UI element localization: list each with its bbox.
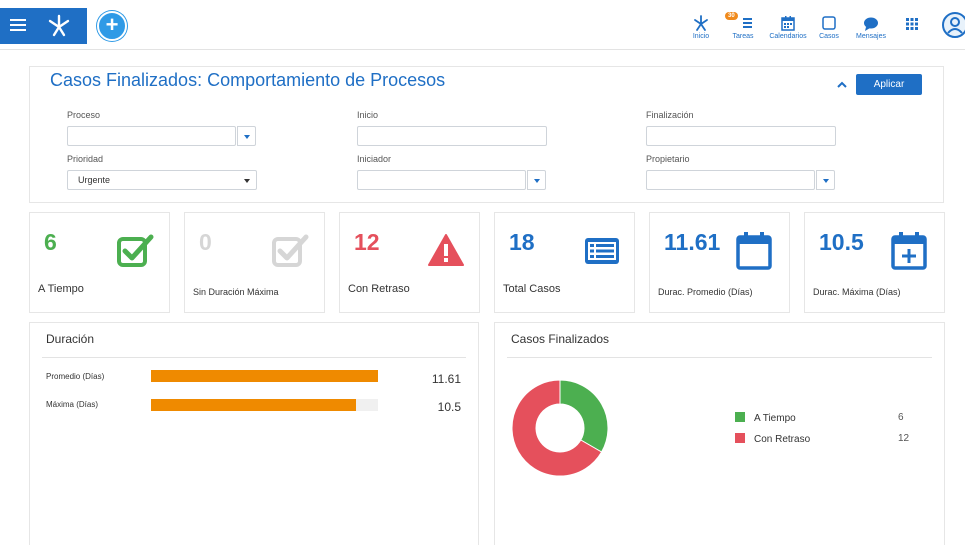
- legend-item-con-retraso[interactable]: Con Retraso: [735, 433, 810, 445]
- calendar-plus-icon: [891, 232, 927, 270]
- kpi-con-retraso[interactable]: 12 Con Retraso: [339, 212, 480, 313]
- nav-apps[interactable]: [905, 14, 919, 32]
- warning-icon: [428, 234, 464, 266]
- kpi-value: 0: [199, 229, 212, 255]
- page-title: Casos Finalizados: Comportamiento de Pro…: [50, 70, 446, 90]
- kpi-label: Con Retraso: [348, 283, 410, 295]
- donut-chart: [511, 379, 609, 477]
- kpi-value: 18: [509, 229, 535, 255]
- menu-icon[interactable]: [10, 16, 26, 36]
- legend-label: Con Retraso: [754, 434, 811, 445]
- chevron-down-icon: [244, 179, 250, 183]
- bar-value-promedio: 11.61: [431, 372, 461, 386]
- finalizacion-label: Finalización: [646, 110, 694, 120]
- nav-label: Mensajes: [856, 33, 886, 40]
- prioridad-select[interactable]: Urgente: [67, 170, 257, 190]
- iniciador-dropdown-button[interactable]: [527, 170, 546, 190]
- nav-label: Tareas: [732, 33, 754, 40]
- nav-casos[interactable]: Casos: [817, 14, 841, 40]
- bar-track-promedio: [151, 370, 378, 382]
- brand-area: [0, 8, 87, 44]
- prioridad-value: Urgente: [78, 175, 111, 185]
- user-avatar-icon[interactable]: [942, 12, 965, 38]
- kpi-durac-maxima[interactable]: 10.5 Durac. Máxima (Días): [804, 212, 945, 313]
- bar-promedio: [151, 370, 378, 382]
- propietario-input[interactable]: [646, 170, 815, 190]
- proceso-input[interactable]: [67, 126, 236, 146]
- bar-value-maxima: 10.5: [437, 400, 461, 414]
- check-box-icon: [117, 234, 154, 267]
- kpi-total-casos[interactable]: 18 Total Casos: [494, 212, 635, 313]
- calendar-icon: [736, 232, 772, 270]
- bar-maxima: [151, 399, 357, 411]
- kpi-label: Total Casos: [503, 283, 561, 295]
- legend-item-a-tiempo[interactable]: A Tiempo: [735, 412, 796, 424]
- nav-mensajes[interactable]: Mensajes: [853, 14, 889, 40]
- inicio-label: Inicio: [357, 110, 379, 120]
- kpi-label: Durac. Promedio (Días): [658, 287, 753, 297]
- nav-inicio[interactable]: Inicio: [689, 14, 713, 40]
- kpi-value: 12: [354, 229, 380, 255]
- duration-title: Duración: [46, 332, 95, 346]
- legend-swatch-red: [735, 433, 745, 443]
- proceso-label: Proceso: [67, 110, 101, 120]
- prioridad-label: Prioridad: [67, 154, 104, 164]
- kpi-value: 10.5: [819, 229, 864, 255]
- cases-icon: [822, 16, 836, 30]
- iniciador-input[interactable]: [357, 170, 526, 190]
- divider: [42, 357, 466, 358]
- legend-label: A Tiempo: [754, 413, 796, 424]
- logo-icon: [48, 14, 70, 37]
- bar-label-promedio: Promedio (Días): [46, 372, 105, 381]
- nav-label: Inicio: [692, 33, 710, 40]
- nav-calendarios[interactable]: Calendarios: [766, 14, 810, 40]
- filter-panel: Casos Finalizados: Comportamiento de Pro…: [29, 66, 944, 203]
- kpi-a-tiempo[interactable]: 6 A Tiempo: [29, 212, 170, 313]
- kpi-label: Durac. Máxima (Días): [813, 287, 901, 297]
- calendar-icon: [781, 16, 795, 31]
- check-box-icon: [272, 234, 309, 267]
- kpi-value: 6: [44, 229, 57, 255]
- legend-count-con-retraso: 12: [898, 433, 910, 444]
- collapse-chevron-icon[interactable]: [836, 79, 848, 91]
- kpi-label: A Tiempo: [38, 283, 84, 295]
- nav-label: Casos: [819, 33, 839, 40]
- kpi-label: Sin Duración Máxima: [193, 287, 279, 297]
- top-bar: + Inicio 30 Tareas Calendarios Casos Men…: [0, 0, 965, 50]
- finalizacion-input[interactable]: [646, 126, 836, 146]
- cases-title: Casos Finalizados: [511, 332, 610, 346]
- tasks-badge: 30: [725, 12, 738, 20]
- chat-icon: [864, 17, 878, 31]
- legend-swatch-green: [735, 412, 745, 422]
- bar-track-maxima: [151, 399, 378, 411]
- propietario-dropdown-button[interactable]: [816, 170, 835, 190]
- kpi-value: 11.61: [664, 229, 721, 255]
- donut-slice-a-tiempo[interactable]: [559, 379, 609, 453]
- kpi-durac-promedio[interactable]: 11.61 Durac. Promedio (Días): [649, 212, 790, 313]
- apply-button[interactable]: Aplicar: [856, 74, 922, 95]
- inicio-input[interactable]: [357, 126, 547, 146]
- nav-tareas[interactable]: 30 Tareas: [725, 12, 758, 40]
- cases-panel: Casos Finalizados A Tiempo 6 Con Retraso…: [494, 322, 945, 545]
- iniciador-label: Iniciador: [357, 154, 392, 164]
- proceso-dropdown-button[interactable]: [237, 126, 256, 146]
- apps-grid-icon: [906, 18, 918, 30]
- home-branch-icon: [694, 15, 708, 31]
- bar-label-maxima: Máxima (Días): [46, 400, 99, 409]
- list-icon: [585, 238, 619, 264]
- add-button[interactable]: +: [97, 11, 127, 41]
- kpi-sin-duracion[interactable]: 0 Sin Duración Máxima: [184, 212, 325, 313]
- duration-panel: Duración Promedio (Días) 11.61 Máxima (D…: [29, 322, 479, 545]
- legend-count-a-tiempo: 6: [898, 412, 904, 423]
- divider: [507, 357, 932, 358]
- propietario-label: Propietario: [646, 154, 690, 164]
- nav-label: Calendarios: [769, 33, 807, 40]
